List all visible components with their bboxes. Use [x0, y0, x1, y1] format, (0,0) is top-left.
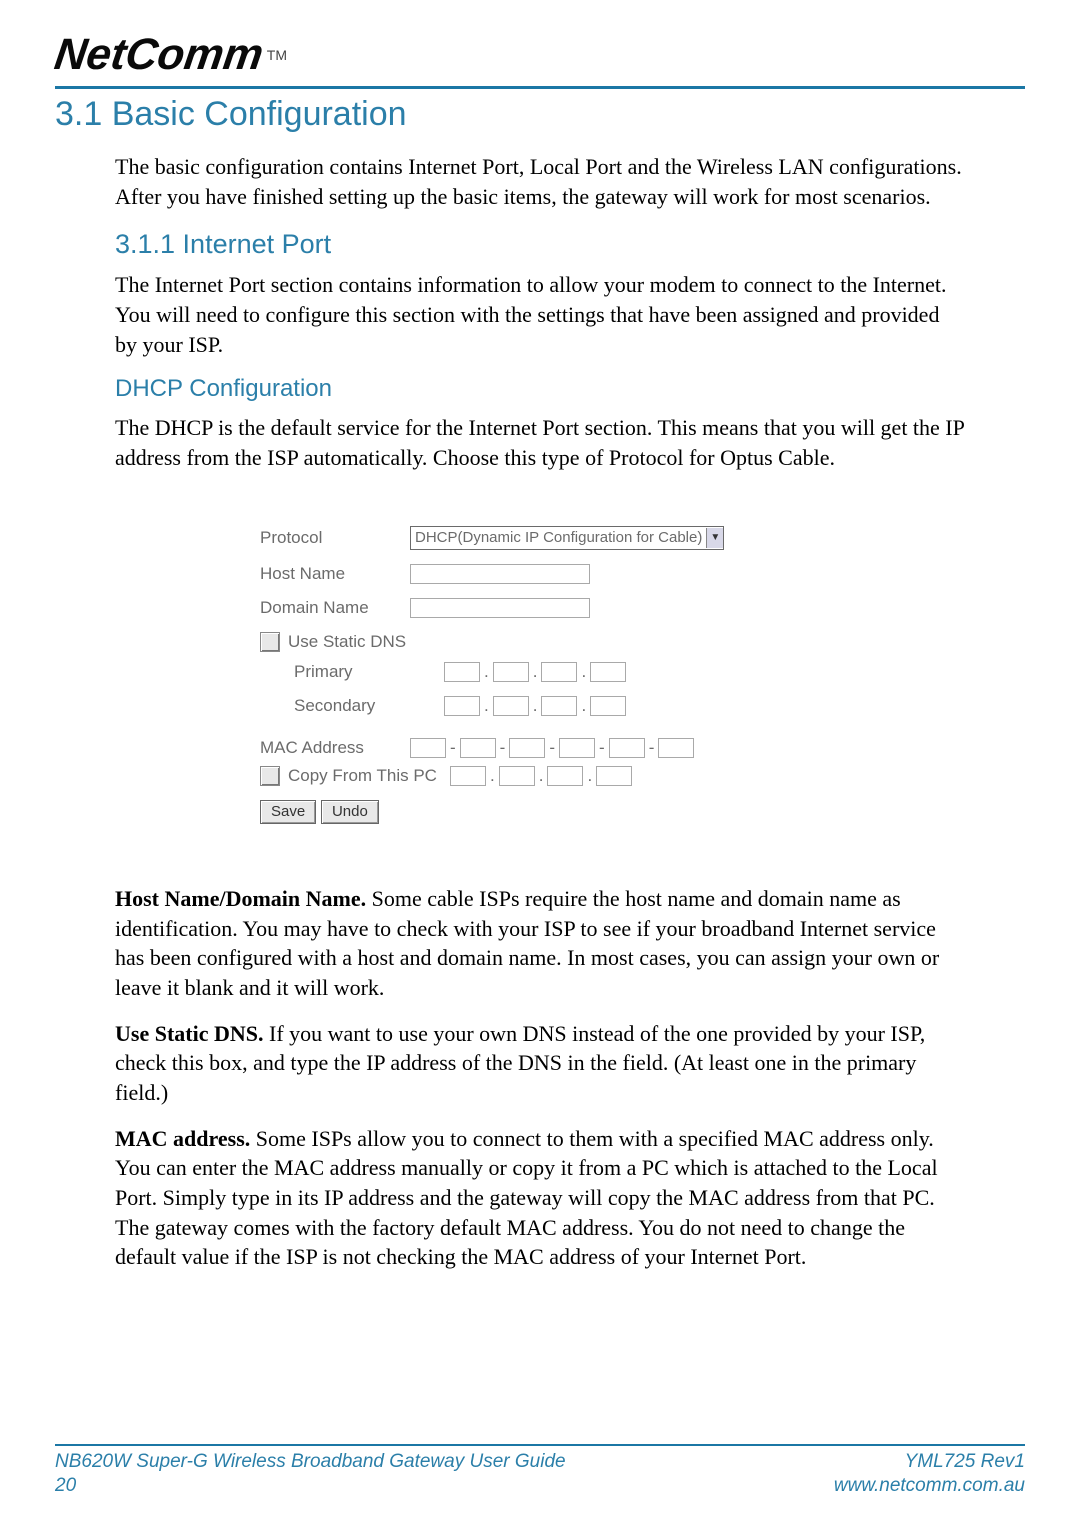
- save-button[interactable]: Save: [260, 800, 316, 824]
- copy-from-pc-ip-input[interactable]: . . .: [450, 766, 632, 786]
- hostname-input[interactable]: [410, 564, 590, 584]
- dhcp-form-screenshot: Protocol DHCP(Dynamic IP Configuration f…: [230, 498, 850, 846]
- page-footer: NB620W Super-G Wireless Broadband Gatewa…: [55, 1444, 1025, 1499]
- footer-rule: [55, 1444, 1025, 1446]
- section-heading-dhcp: DHCP Configuration: [115, 375, 965, 403]
- footer-revision: YML725 Rev1: [834, 1450, 1025, 1475]
- use-static-dns-checkbox[interactable]: [260, 632, 280, 652]
- use-static-dns-label: Use Static DNS: [288, 632, 406, 652]
- hostname-label: Host Name: [260, 564, 410, 584]
- protocol-select-value: DHCP(Dynamic IP Configuration for Cable): [415, 529, 702, 546]
- undo-button[interactable]: Undo: [321, 800, 379, 824]
- primary-dns-label: Primary: [260, 662, 444, 682]
- mac-address-label: MAC Address: [260, 738, 410, 758]
- mac-bold: MAC address.: [115, 1126, 250, 1151]
- paragraph-mac: MAC address. Some ISPs allow you to conn…: [115, 1124, 965, 1272]
- copy-from-pc-checkbox[interactable]: [260, 766, 280, 786]
- domain-label: Domain Name: [260, 598, 410, 618]
- paragraph-dhcp: The DHCP is the default service for the …: [115, 413, 965, 472]
- protocol-label: Protocol: [260, 528, 410, 548]
- footer-url: www.netcomm.com.au: [834, 1474, 1025, 1499]
- secondary-dns-label: Secondary: [260, 696, 444, 716]
- brand-logo: NetComm: [51, 30, 266, 80]
- header-rule: [55, 86, 1025, 89]
- section-heading-3-1: 3.1 Basic Configuration: [55, 95, 1025, 134]
- header-logo-row: NetComm TM: [55, 30, 1025, 80]
- trademark-icon: TM: [267, 47, 287, 63]
- footer-page-number: 20: [55, 1474, 566, 1499]
- hostname-bold: Host Name/Domain Name.: [115, 886, 366, 911]
- copy-from-pc-label: Copy From This PC: [288, 766, 450, 786]
- protocol-select[interactable]: DHCP(Dynamic IP Configuration for Cable)…: [410, 526, 724, 550]
- mac-address-input[interactable]: - - - - -: [410, 738, 694, 758]
- section-heading-3-1-1: 3.1.1 Internet Port: [115, 229, 965, 260]
- paragraph-use-static-dns: Use Static DNS. If you want to use your …: [115, 1019, 965, 1108]
- primary-dns-input[interactable]: . . .: [444, 662, 626, 682]
- domain-input[interactable]: [410, 598, 590, 618]
- paragraph-hostname: Host Name/Domain Name. Some cable ISPs r…: [115, 884, 965, 1003]
- usedns-bold: Use Static DNS.: [115, 1021, 264, 1046]
- paragraph-intro: The basic configuration contains Interne…: [115, 152, 965, 211]
- paragraph-internet-port: The Internet Port section contains infor…: [115, 270, 965, 359]
- chevron-down-icon: ▼: [706, 528, 723, 548]
- secondary-dns-input[interactable]: . . .: [444, 696, 626, 716]
- footer-doc-title: NB620W Super-G Wireless Broadband Gatewa…: [55, 1450, 566, 1475]
